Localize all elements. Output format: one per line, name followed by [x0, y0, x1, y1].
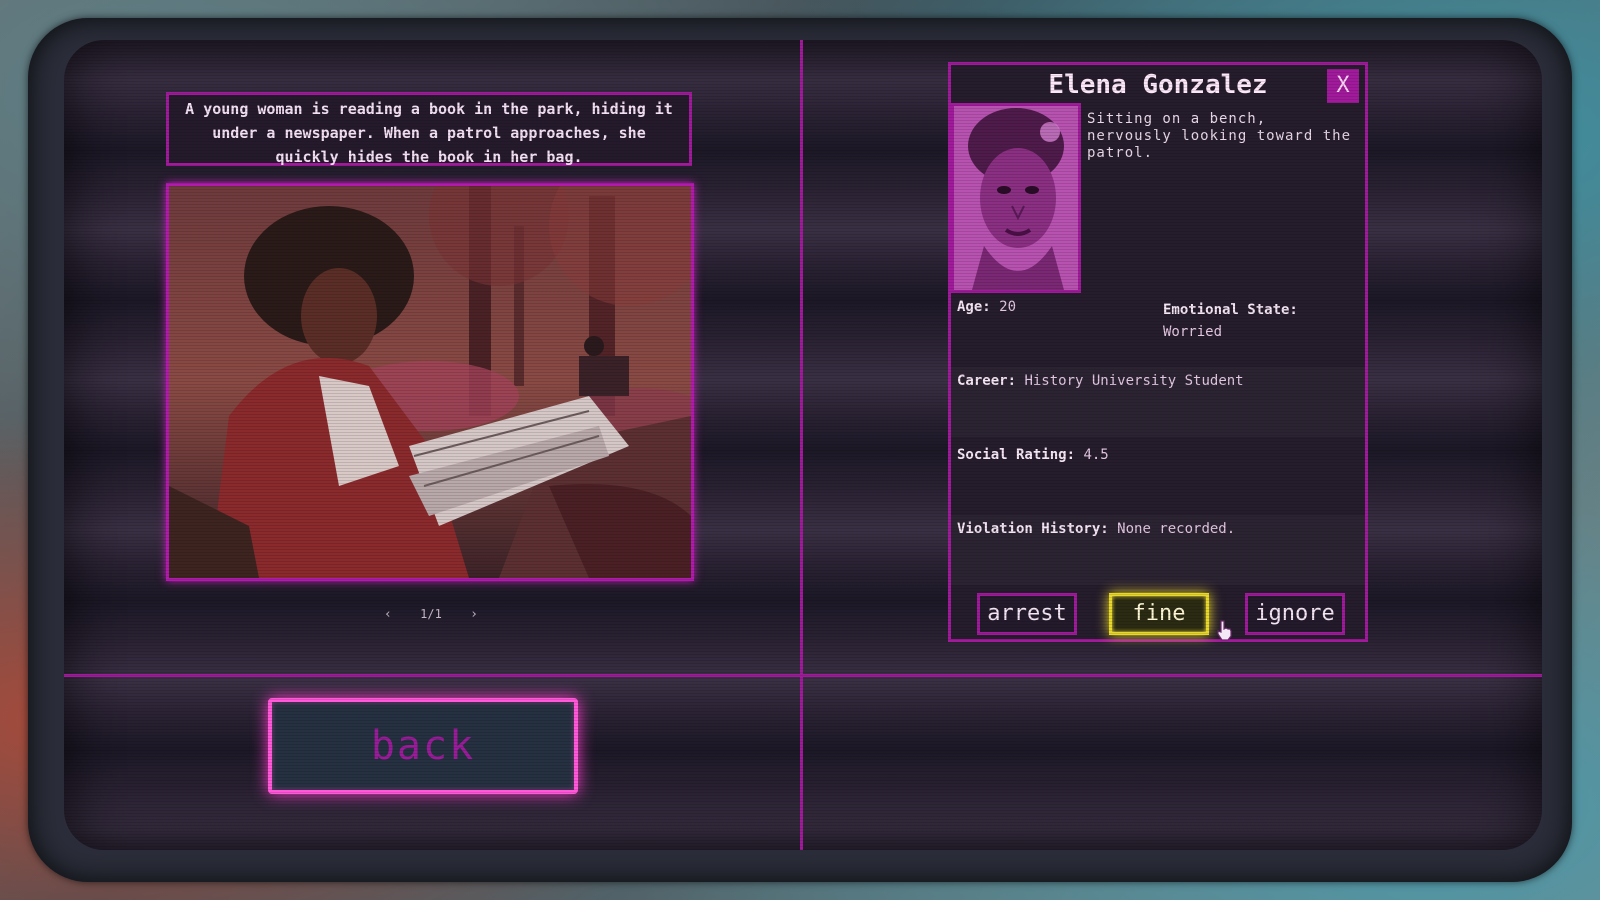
back-button[interactable]: back	[268, 698, 578, 794]
emotional-state-value: Worried	[1163, 324, 1223, 340]
career-value: History University Student	[1024, 373, 1244, 389]
fine-button[interactable]: fine	[1109, 593, 1209, 635]
profile-description: Sitting on a bench, nervously looking to…	[1087, 111, 1352, 161]
card-header: Elena Gonzalez X	[951, 65, 1365, 105]
career-row: Career: History University Student	[951, 367, 1365, 437]
chevron-left-icon[interactable]: ‹	[376, 603, 400, 626]
violation-history-label: Violation History:	[957, 521, 1109, 537]
scene-illustration	[169, 186, 691, 578]
page-count: 1/1	[420, 607, 442, 621]
arrest-button[interactable]: arrest	[977, 593, 1077, 635]
career-label: Career:	[957, 373, 1017, 389]
social-rating-label: Social Rating:	[957, 447, 1076, 463]
vertical-divider	[800, 40, 803, 850]
portrait-image	[951, 103, 1081, 293]
emotional-state: Emotional State: Worried	[1163, 299, 1363, 343]
emotional-state-label: Emotional State:	[1163, 302, 1298, 318]
violation-history-row: Violation History: None recorded.	[951, 515, 1365, 585]
chevron-right-icon[interactable]: ›	[462, 603, 486, 626]
violation-history-value: None recorded.	[1117, 521, 1236, 537]
age-label: Age:	[957, 299, 991, 315]
action-bar: arrest fine ignore	[951, 589, 1365, 639]
horizontal-divider	[64, 674, 1542, 677]
game-screen: A young woman is reading a book in the p…	[64, 40, 1542, 850]
age-value: 20	[999, 299, 1017, 315]
social-rating-row: Social Rating: 4.5	[951, 441, 1365, 511]
profile-name: Elena Gonzalez	[1048, 70, 1268, 100]
portrait-illustration	[954, 106, 1078, 290]
hand-cursor-icon	[1217, 620, 1232, 641]
close-button[interactable]: X	[1327, 69, 1359, 103]
scene-image	[166, 183, 694, 581]
social-rating-value: 4.5	[1083, 447, 1109, 463]
profile-card: Elena Gonzalez X Sitting on a bench, ner…	[948, 62, 1368, 642]
ignore-button[interactable]: ignore	[1245, 593, 1345, 635]
image-pager: ‹ 1/1 ›	[376, 596, 486, 632]
scene-description: A young woman is reading a book in the p…	[166, 92, 692, 166]
